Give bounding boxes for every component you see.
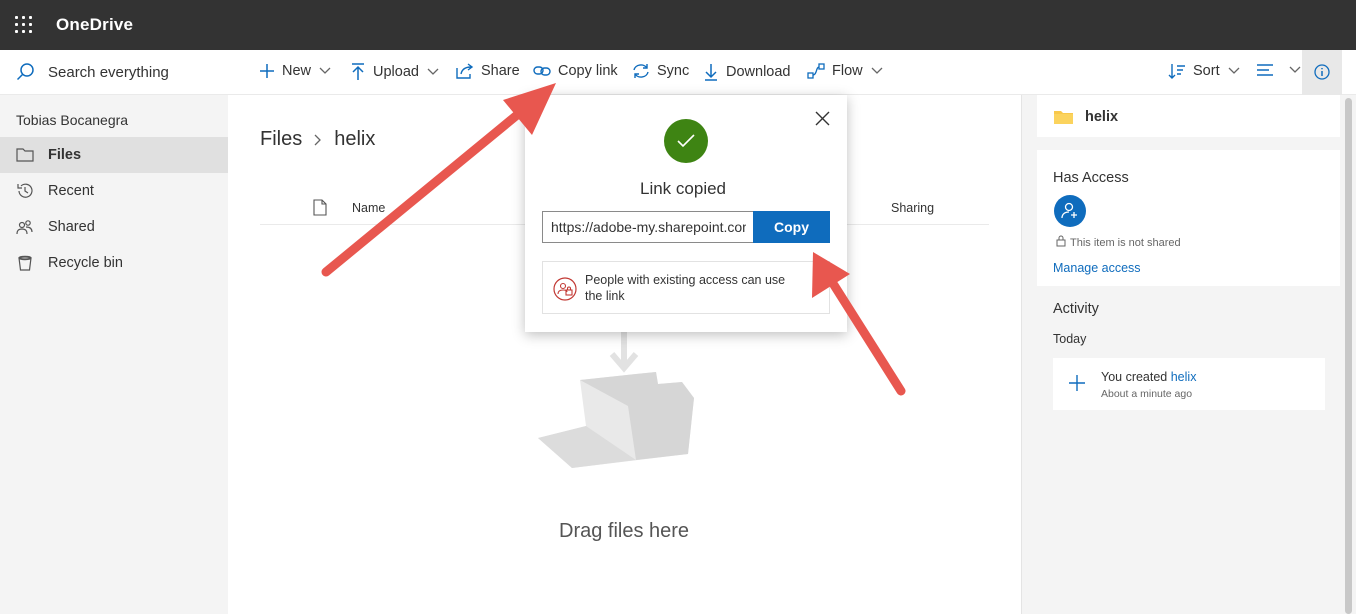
share-label: Share [481,63,520,79]
suite-header [0,0,1356,50]
sort-icon [1168,64,1185,79]
link-icon [533,66,551,76]
file-type-icon [313,199,327,216]
share-button[interactable]: Share [456,63,520,79]
permission-description: People with existing access can use the … [585,273,786,303]
chevron-down-icon [319,67,331,74]
new-label: New [282,63,312,79]
download-icon [705,64,717,81]
new-button[interactable]: New [259,63,338,79]
view-options-button[interactable] [1256,63,1308,77]
flow-icon [807,63,825,79]
share-icon [456,63,474,79]
plus-icon [1069,375,1085,391]
people-lock-icon [553,277,577,301]
download-button[interactable]: Download [703,63,791,81]
upload-icon [352,63,364,80]
history-icon [17,183,33,198]
empty-state-message: Drag files here [559,520,690,542]
breadcrumb-current: helix [334,128,376,150]
lock-icon [1056,235,1066,247]
folder-icon [1054,111,1073,124]
people-icon [16,220,33,235]
copy-link-button[interactable]: Copy link [533,63,618,79]
link-field[interactable] [542,211,754,243]
sync-icon [633,64,649,78]
chevron-right-icon [314,134,322,145]
chevron-right-icon [812,283,819,294]
sharing-status: This item is not shared [1070,237,1181,249]
plus-icon [260,64,274,78]
info-icon [1314,64,1330,80]
empty-folder-illustration [538,328,694,468]
search-placeholder[interactable]: Search everything [48,64,169,81]
manage-access-link[interactable]: Manage access [1053,261,1141,275]
search-icon [16,63,34,81]
sync-button[interactable]: Sync [632,63,689,79]
app-launcher-icon[interactable] [14,15,34,35]
checkmark-icon [677,134,695,148]
scrollbar-thumb[interactable] [1345,98,1352,614]
chevron-down-icon [871,67,883,74]
folder-icon [16,148,34,162]
sort-label: Sort [1193,63,1220,79]
nav-item-recent[interactable]: Recent [0,173,228,209]
chevron-down-icon [1289,66,1301,73]
nav-item-label: Shared [48,219,95,235]
nav-item-files[interactable]: Files [0,137,228,173]
activity-timestamp: About a minute ago [1101,388,1193,400]
upload-label: Upload [373,64,419,80]
download-label: Download [726,64,791,80]
nav-item-label: Recycle bin [48,255,123,271]
breadcrumb-root[interactable]: Files [260,128,302,151]
activity-prefix: You created [1101,370,1171,384]
activity-date-group: Today [1053,332,1087,346]
has-access-heading: Has Access [1053,170,1129,186]
app-title[interactable]: OneDrive [56,15,133,35]
upload-button[interactable]: Upload [350,63,446,81]
flow-label: Flow [832,63,863,79]
activity-description: You created helix [1101,370,1196,384]
nav-item-shared[interactable]: Shared [0,209,228,245]
dialog-title: Link copied [640,179,727,198]
copy-link-label: Copy link [558,63,618,79]
list-view-icon [1257,64,1273,76]
sort-button[interactable]: Sort [1168,63,1247,79]
details-header-card [1037,95,1340,137]
nav-item-label: Recent [48,183,94,199]
nav-item-label: Files [48,147,82,163]
add-person-icon [1061,202,1077,219]
column-header-sharing[interactable]: Sharing [891,201,934,215]
column-header-name[interactable]: Name [352,201,385,215]
copy-button[interactable]: Copy [753,211,830,243]
details-item-name: helix [1085,109,1119,125]
nav-item-recycle-bin[interactable]: Recycle bin [0,245,228,281]
sync-label: Sync [657,63,690,79]
activity-heading: Activity [1053,301,1099,317]
success-icon [664,119,708,163]
recycle-bin-icon [18,255,32,271]
flow-button[interactable]: Flow [807,63,890,79]
user-name: Tobias Bocanegra [16,112,129,128]
avatar[interactable] [1054,195,1086,227]
chevron-down-icon [1228,67,1240,74]
info-pane-button[interactable] [1302,50,1342,95]
close-icon[interactable] [815,111,830,126]
chevron-down-icon [427,68,439,75]
activity-item [1053,358,1325,410]
breadcrumb: Files helix [260,128,375,151]
activity-item-link[interactable]: helix [1171,370,1197,384]
